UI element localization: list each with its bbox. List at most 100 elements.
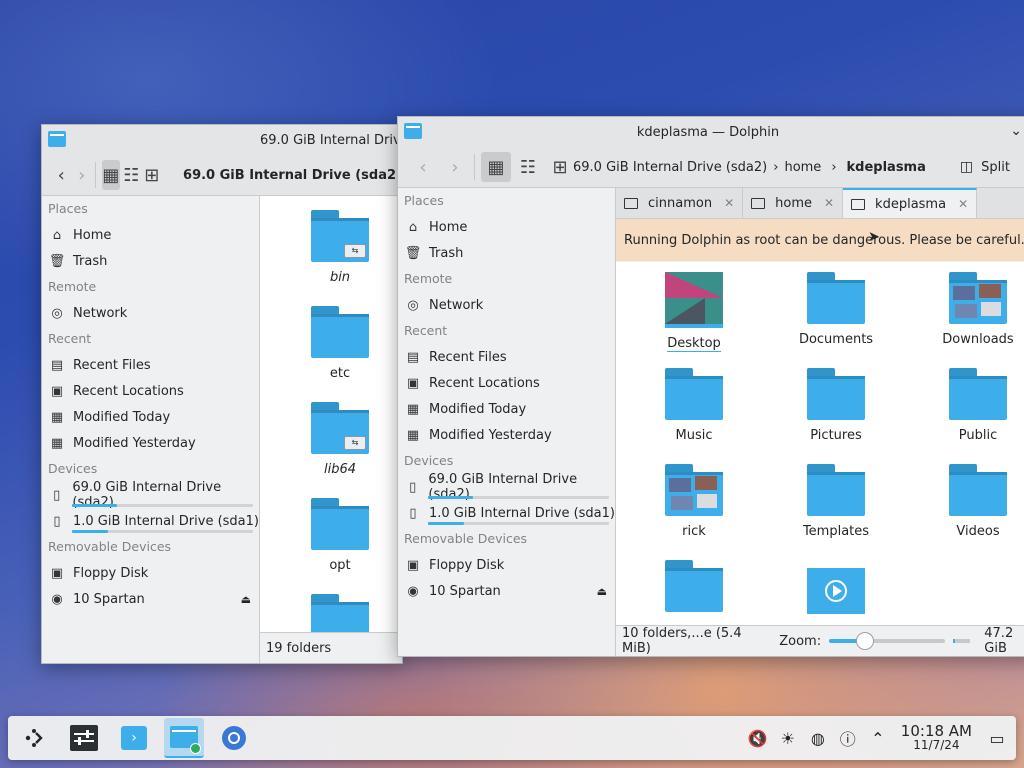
sidebar-item-label: Modified Today xyxy=(73,409,171,425)
back-button[interactable]: ‹ xyxy=(408,152,438,182)
file-item[interactable]: opt xyxy=(270,498,402,573)
file-name: Pictures xyxy=(810,428,862,443)
file-item[interactable]: Templates xyxy=(766,464,906,539)
tab-home[interactable]: home ✕ xyxy=(743,188,844,218)
chevron-up-icon[interactable]: ⌃ xyxy=(863,729,893,748)
discover-task[interactable]: › xyxy=(114,718,154,758)
file-item[interactable]: Pictures xyxy=(766,368,906,443)
eject-icon[interactable]: ⏏ xyxy=(241,593,251,606)
status-bar: 19 folders xyxy=(260,632,402,663)
sidebar-item-drive-sda1[interactable]: ▯ 1.0 GiB Internal Drive (sda1) xyxy=(398,500,615,526)
brightness-icon[interactable]: ☀ xyxy=(773,729,803,748)
file-item[interactable] xyxy=(624,560,764,612)
sidebar-item-label: Recent Locations xyxy=(73,383,184,399)
sidebar-item-trash[interactable]: 🗑 Trash xyxy=(42,248,259,274)
forward-button[interactable]: › xyxy=(72,160,90,190)
close-icon[interactable]: ✕ xyxy=(724,196,734,210)
eject-icon[interactable]: ⏏ xyxy=(597,585,607,598)
tab-label: kdeplasma xyxy=(875,196,947,212)
tab-kdeplasma[interactable]: kdeplasma ✕ xyxy=(843,188,978,218)
file-item[interactable]: Desktop xyxy=(624,272,764,352)
trash-icon: 🗑 xyxy=(48,253,66,269)
symlink-badge-icon: ⇆ xyxy=(344,436,366,450)
sidebar-item-label: Floppy Disk xyxy=(429,557,505,573)
icons-view-button[interactable]: ▦ xyxy=(101,160,121,190)
file-item[interactable]: Documents xyxy=(766,272,906,347)
volume-muted-icon[interactable]: 🔇 xyxy=(743,729,773,748)
clock[interactable]: 10:18 AM 11/7/24 xyxy=(901,724,972,753)
sidebar-item-recent-locations[interactable]: ▣ Recent Locations xyxy=(42,378,259,404)
sidebar-item-floppy[interactable]: ▣ Floppy Disk xyxy=(42,560,259,586)
file-name: Downloads xyxy=(942,332,1014,347)
sidebar-item-label: 1.0 GiB Internal Drive (sda1) xyxy=(429,505,615,521)
dolphin-task[interactable] xyxy=(164,718,204,758)
compact-view-button[interactable]: ☷ xyxy=(122,160,140,190)
sidebar-item-spartan[interactable]: ◉ 10 Spartan ⏏ xyxy=(42,586,259,612)
sidebar-item-network[interactable]: ◎ Network xyxy=(398,292,615,318)
sidebar-item-network[interactable]: ◎ Network xyxy=(42,300,259,326)
dolphin-window-back[interactable]: 69.0 GiB Internal Drive (sda2) — Dolphin… xyxy=(41,124,403,664)
sidebar-item-modified-yesterday[interactable]: ▦ Modified Yesterday xyxy=(398,422,615,448)
split-button[interactable]: Split xyxy=(981,160,1010,175)
show-desktop-icon[interactable]: ▭ xyxy=(982,729,1012,748)
file-view[interactable]: Desktop Documents Downloads Music Pictures Pu… xyxy=(616,262,1024,626)
sidebar-item-trash[interactable]: 🗑 Trash xyxy=(398,240,615,266)
file-item[interactable]: etc xyxy=(270,306,402,381)
forward-button[interactable]: › xyxy=(440,152,470,182)
sidebar-item-modified-yesterday[interactable]: ▦ Modified Yesterday xyxy=(42,430,259,456)
file-item[interactable]: Public xyxy=(908,368,1024,443)
details-view-button[interactable]: ⊞ xyxy=(545,152,575,182)
network-icon[interactable]: ◍ xyxy=(803,729,833,748)
breadcrumb-drive[interactable]: 69.0 GiB Internal Drive (sda2) xyxy=(573,160,767,175)
file-item[interactable]: ⇆ bin xyxy=(270,210,402,285)
chromium-task[interactable] xyxy=(214,718,254,758)
file-item[interactable]: Music xyxy=(624,368,764,443)
file-name: Public xyxy=(958,428,998,443)
sidebar-item-floppy[interactable]: ▣ Floppy Disk xyxy=(398,552,615,578)
file-item[interactable]: Videos xyxy=(908,464,1024,539)
zoom-slider[interactable] xyxy=(829,632,945,650)
zoom-slider-handle[interactable] xyxy=(855,632,874,650)
tab-cinnamon[interactable]: cinnamon ✕ xyxy=(616,188,744,218)
sidebar-item-recent-files[interactable]: ▤ Recent Files xyxy=(42,352,259,378)
sidebar-item-modified-today[interactable]: ▦ Modified Today xyxy=(42,404,259,430)
file-item[interactable]: rick xyxy=(624,464,764,539)
window-titlebar[interactable]: 69.0 GiB Internal Drive (sda2) — Dolphin xyxy=(42,125,402,155)
chevron-down-icon[interactable]: ⌄ xyxy=(1010,123,1022,139)
dolphin-window-front[interactable]: kdeplasma — Dolphin ⌄ ‹ › ▦ ☷ ⊞ 69.0 GiB… xyxy=(397,116,1024,657)
sidebar-item-drive-sda2[interactable]: ▯ 69.0 GiB Internal Drive (sda2) xyxy=(398,472,615,502)
sidebar-item-spartan[interactable]: ◉ 10 Spartan ⏏ xyxy=(398,578,615,604)
breadcrumb[interactable]: 69.0 GiB Internal Drive (sda2) xyxy=(183,168,402,183)
window-titlebar[interactable]: kdeplasma — Dolphin ⌄ xyxy=(398,117,1024,147)
details-view-button[interactable]: ⊞ xyxy=(143,160,161,190)
sidebar-item-home[interactable]: ⌂ Home xyxy=(398,214,615,240)
breadcrumb-current[interactable]: kdeplasma xyxy=(847,160,926,175)
drive-usage-fill xyxy=(72,504,118,507)
file-item[interactable]: Downloads xyxy=(908,272,1024,347)
file-view[interactable]: ⇆ bin etc ⇆ lib64 opt xyxy=(260,196,402,646)
app-launcher-button[interactable] xyxy=(14,718,54,758)
sidebar-item-label: Modified Yesterday xyxy=(73,435,196,451)
update-notifier-icon[interactable]: ⓘ xyxy=(833,726,863,750)
sidebar-item-drive-sda2[interactable]: ▯ 69.0 GiB Internal Drive (sda2) xyxy=(42,480,259,510)
tab-label: cinnamon xyxy=(648,195,713,211)
sidebar-item-home[interactable]: ⌂ Home xyxy=(42,222,259,248)
breadcrumb-home[interactable]: home xyxy=(784,160,821,175)
close-icon[interactable]: ✕ xyxy=(958,197,968,211)
file-item[interactable]: ⇆ lib64 xyxy=(270,402,402,477)
status-bar: 10 folders,...e (5.4 MiB) Zoom: 47.2 GiB xyxy=(616,625,1024,656)
sidebar-item-recent-files[interactable]: ▤ Recent Files xyxy=(398,344,615,370)
file-item[interactable] xyxy=(766,568,906,614)
back-button[interactable]: ‹ xyxy=(52,160,70,190)
icons-view-button[interactable]: ▦ xyxy=(481,152,511,182)
close-icon[interactable]: ✕ xyxy=(824,196,834,210)
sidebar-item-drive-sda1[interactable]: ▯ 1.0 GiB Internal Drive (sda1) xyxy=(42,508,259,534)
sidebar-item-modified-today[interactable]: ▦ Modified Today xyxy=(398,396,615,422)
sidebar-item-recent-locations[interactable]: ▣ Recent Locations xyxy=(398,370,615,396)
launcher-icon xyxy=(25,729,43,747)
devices-header: Devices xyxy=(404,453,454,468)
sidebar-item-label: Network xyxy=(429,297,484,313)
compact-view-button[interactable]: ☷ xyxy=(513,152,543,182)
system-settings-task[interactable] xyxy=(64,718,104,758)
sidebar-item-label: Trash xyxy=(429,245,464,261)
